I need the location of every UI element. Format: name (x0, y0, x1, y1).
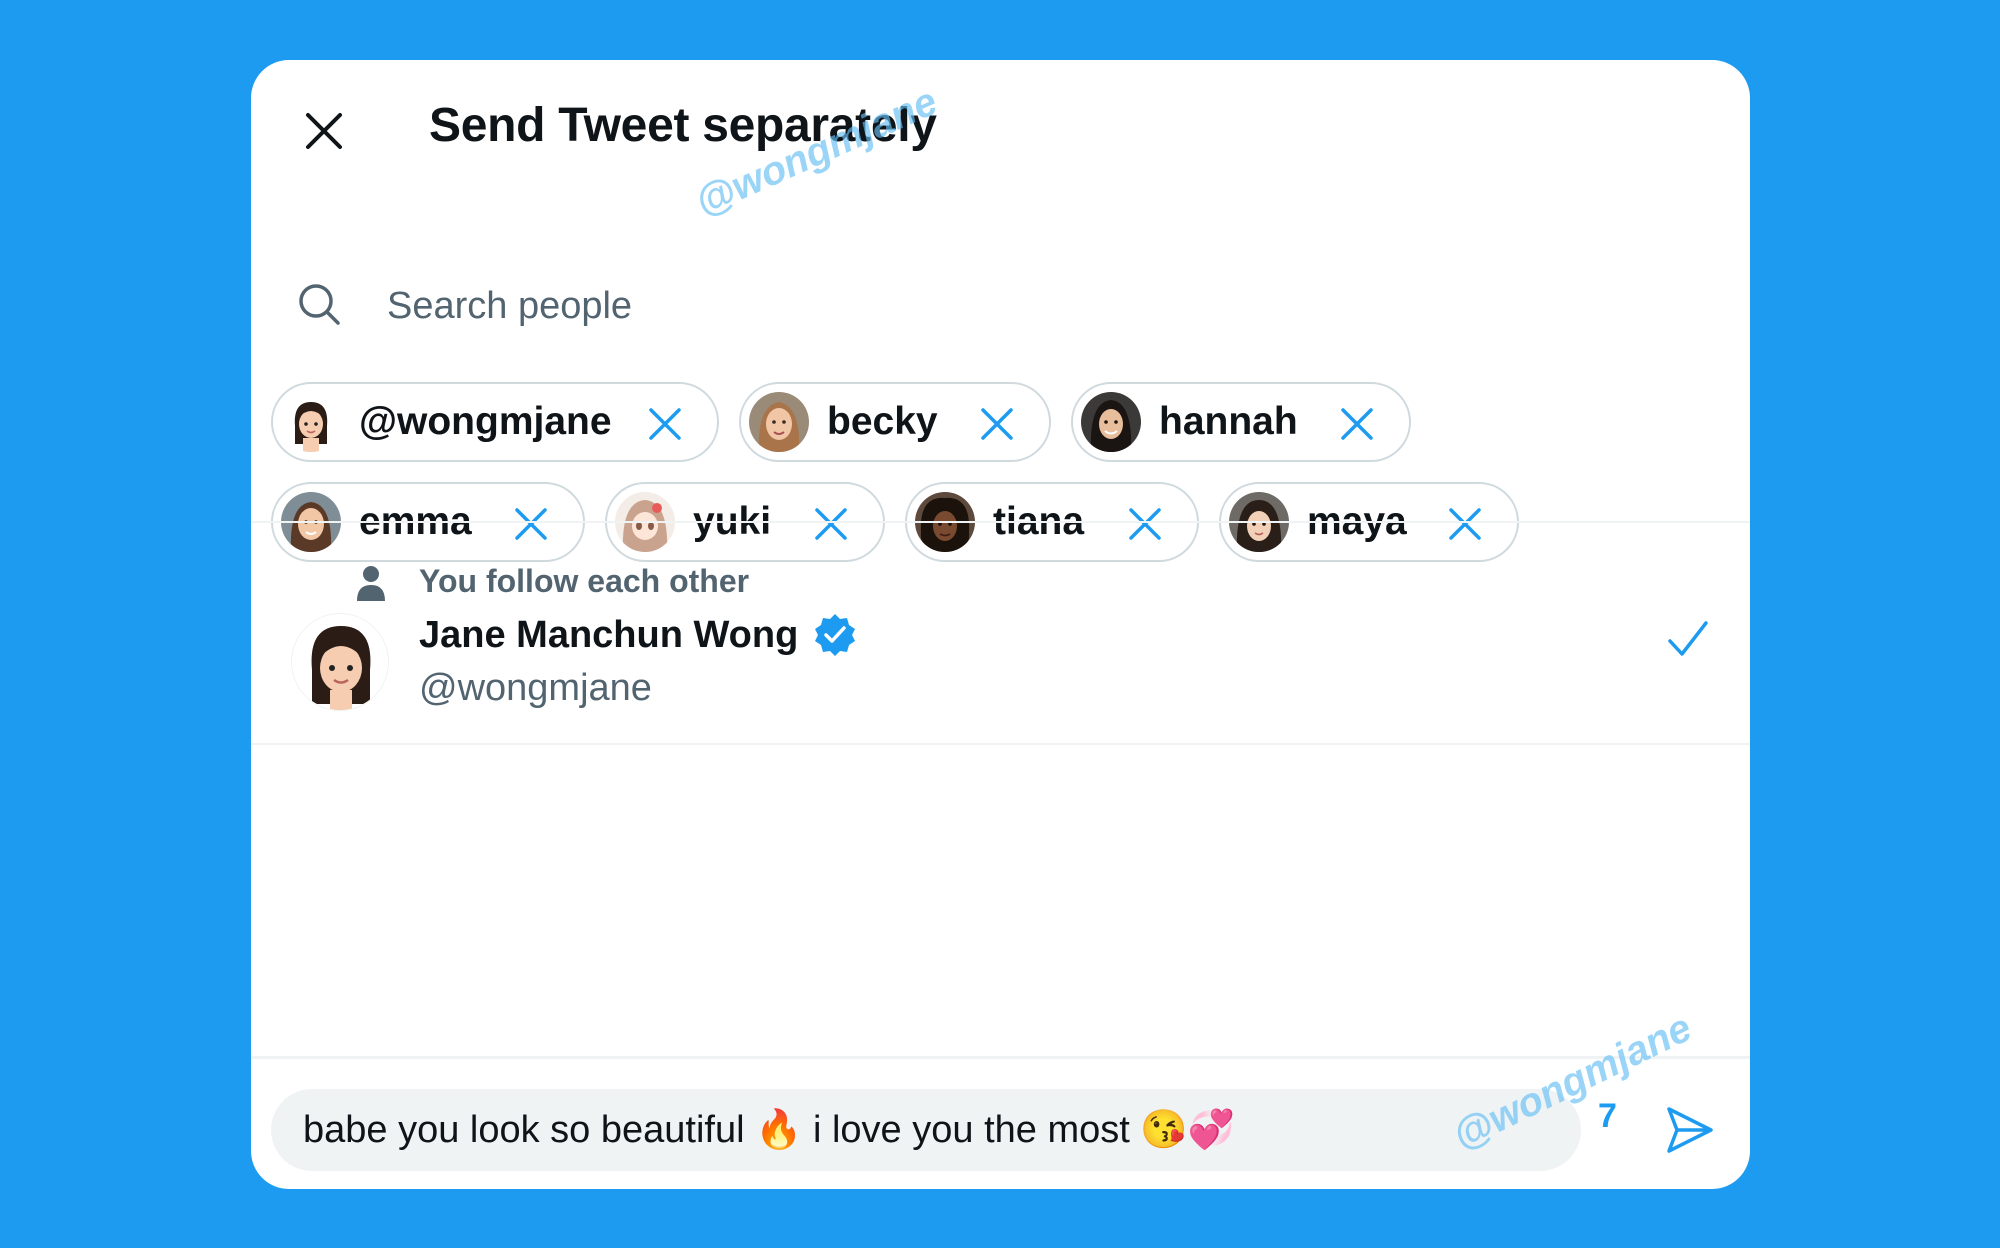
result-name: Jane Manchun Wong (419, 614, 799, 656)
chip-label: @wongmjane (359, 400, 612, 443)
search-icon (299, 284, 340, 325)
remove-icon[interactable] (1339, 406, 1375, 442)
close-button[interactable] (297, 104, 351, 158)
send-icon[interactable] (1665, 1105, 1715, 1155)
close-icon (306, 113, 342, 149)
chip-label: hannah (1159, 400, 1298, 443)
avatar (749, 392, 809, 452)
avatar (281, 392, 341, 452)
chip-label: becky (827, 400, 938, 443)
search-input[interactable] (387, 276, 1287, 336)
checkmark-icon (1668, 621, 1708, 656)
person-icon (357, 566, 385, 601)
chip-wongmjane[interactable]: @wongmjane (271, 382, 719, 462)
dialog-title: Send Tweet separately (429, 99, 937, 152)
send-tweet-dialog: Send Tweet separately Search people @won… (251, 60, 1750, 1189)
dialog-header: Send Tweet separately (251, 60, 1750, 190)
chip-hannah[interactable]: hannah (1071, 382, 1411, 462)
follow-context: You follow each other (419, 563, 750, 599)
message-input[interactable] (271, 1089, 1581, 1171)
verified-badge-icon (815, 614, 855, 656)
message-composer (251, 1056, 1750, 1189)
chip-becky[interactable]: becky (739, 382, 1051, 462)
result-handle: @wongmjane (419, 667, 652, 709)
remove-icon[interactable] (647, 406, 683, 442)
remove-icon[interactable] (979, 406, 1015, 442)
search-result-row[interactable]: You follow each other Jane Manchun Wong … (251, 523, 1750, 743)
avatar (1081, 392, 1141, 452)
recipient-count: 7 (1598, 1097, 1617, 1135)
search-bar (251, 260, 1750, 356)
divider (251, 743, 1750, 745)
avatar (291, 613, 389, 711)
